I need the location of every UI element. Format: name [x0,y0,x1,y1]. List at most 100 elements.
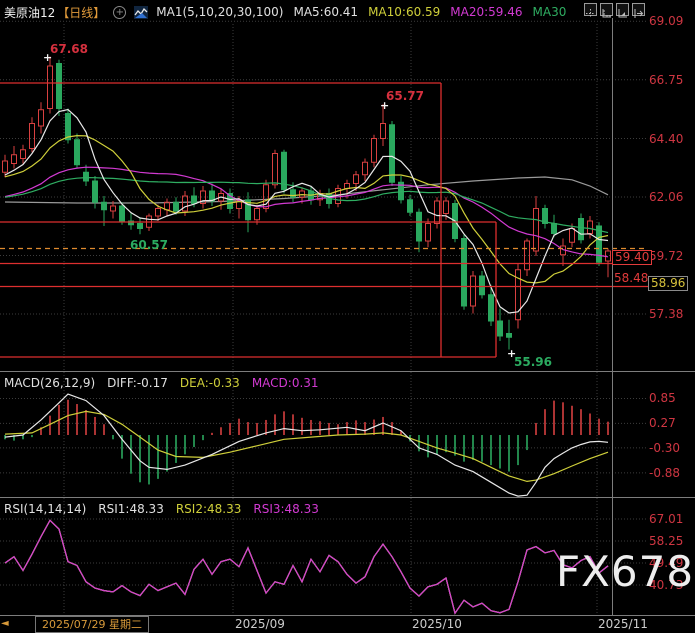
rsi-title: RSI(14,14,14) [4,502,86,516]
export-chart-icon[interactable] [632,3,645,16]
drawn-line-price-tag[interactable]: 59.40 [612,250,652,265]
candle[interactable] [390,125,395,183]
candle[interactable] [579,219,584,240]
candle[interactable] [156,209,161,217]
candle[interactable] [12,155,17,164]
price-annotation-low: 60.57 [130,238,168,252]
price-axis-label: 62.06 [649,191,683,204]
macd-axis-label: 0.85 [649,392,676,405]
period-label[interactable]: 【日线】 [57,4,105,21]
rsi3-line [5,520,608,613]
macd-label-row: MACD(26,12,9) DIFF:-0.17 DEA:-0.33 MACD:… [4,376,319,390]
rsi1-value: RSI1:48.33 [98,502,164,516]
price-marker-cross: + [380,101,389,110]
candle[interactable] [111,206,116,211]
date-axis[interactable]: ◄ 2025/07/29 星期二 2025/09 2025/10 2025/11 [0,616,695,633]
candle[interactable] [30,124,35,149]
rsi2-value: RSI2:48.33 [176,502,242,516]
candle[interactable] [363,162,368,175]
candle[interactable] [75,140,80,165]
date-tick: 2025/10 [412,617,462,631]
candle[interactable] [138,224,143,229]
price-annotation-high: 65.77 [386,89,424,103]
candle[interactable] [534,209,539,252]
crosshair-icon[interactable] [584,3,597,16]
gridlines [0,21,648,615]
candle[interactable] [417,212,422,241]
candle[interactable] [408,200,413,213]
ma10-value: MA10:60.59 [368,5,440,19]
candle[interactable] [84,172,89,181]
panel-separator[interactable] [0,371,695,372]
chart-type-icon[interactable] [134,6,148,19]
macd-dea-value: DEA:-0.33 [180,376,240,390]
scroll-left-icon[interactable]: ◄ [1,618,9,629]
macd-macd-value: MACD:0.31 [252,376,319,390]
candle[interactable] [480,276,485,295]
candle[interactable] [48,66,53,109]
panel-separator[interactable] [0,497,695,498]
candle[interactable] [21,150,26,159]
rsi-axis-label: 67.01 [649,513,683,526]
macd-title: MACD(26,12,9) [4,376,95,390]
ma20-value: MA20:59.46 [450,5,522,19]
axis-separator [612,18,613,616]
candle[interactable] [489,295,494,321]
candle[interactable] [471,276,476,306]
price-marker-cross: + [43,53,52,62]
candle[interactable] [435,201,440,224]
candle[interactable] [381,124,386,139]
price-axis-label: 69.09 [649,15,683,28]
axis-scale-icon[interactable] [600,3,613,16]
chart-application-window: 美原油12 【日线】 + MA1(5,10,20,30,100) MA5:60.… [0,0,695,633]
current-price-tag: 58.96 [648,276,688,291]
candle[interactable] [570,229,575,243]
selected-date-box[interactable]: 2025/07/29 星期二 [35,616,149,633]
rsi1-line [5,520,608,613]
macd-axis-label: 0.27 [649,417,676,430]
rsi2-line [5,520,608,613]
candle[interactable] [444,201,449,214]
circle-plus-icon[interactable]: + [113,6,126,19]
price-marker-cross: + [507,349,516,358]
symbol-name: 美原油12 [4,4,55,21]
candle[interactable] [3,161,8,172]
macd-axis-label: -0.30 [649,442,680,455]
candle[interactable] [102,202,107,210]
watermark: FX678 [556,547,694,596]
candle[interactable] [120,206,125,221]
candle[interactable] [66,114,71,140]
rsi3-value: RSI3:48.33 [253,502,319,516]
candle[interactable] [57,64,62,109]
ma10-line [5,136,608,283]
price-annotation-high: 67.68 [50,42,88,56]
macd-diff-value: DIFF:-0.17 [107,376,168,390]
candle[interactable] [93,181,98,202]
candle[interactable] [507,334,512,338]
candle[interactable] [273,154,278,185]
ma-config-label: MA1(5,10,20,30,100) [156,5,283,19]
price-axis-label: 59.72 [649,250,683,263]
candle[interactable] [426,224,431,242]
rsi-label-row: RSI(14,14,14) RSI1:48.33 RSI2:48.33 RSI3… [4,502,319,516]
chart-canvas[interactable] [0,0,695,633]
candle[interactable] [552,224,557,234]
drawn-line-price-tag[interactable]: 58.48 [614,272,648,285]
candle[interactable] [498,321,503,336]
candle[interactable] [354,175,359,184]
date-tick: 2025/11 [598,617,648,631]
candle[interactable] [174,202,179,211]
candle[interactable] [372,139,377,163]
price-axis-label: 64.40 [649,133,683,146]
ma30-value: MA30 [533,5,567,19]
ma5-value: MA5:60.41 [293,5,358,19]
candle[interactable] [255,209,260,220]
candle[interactable] [39,110,44,126]
indicator-window-icon[interactable] [616,3,629,16]
date-tick: 2025/09 [235,617,285,631]
candle[interactable] [192,196,197,204]
candle[interactable] [588,221,593,234]
price-axis-label: 57.38 [649,308,683,321]
price-annotation-low: 55.96 [514,355,552,369]
macd-axis-label: -0.88 [649,467,680,480]
